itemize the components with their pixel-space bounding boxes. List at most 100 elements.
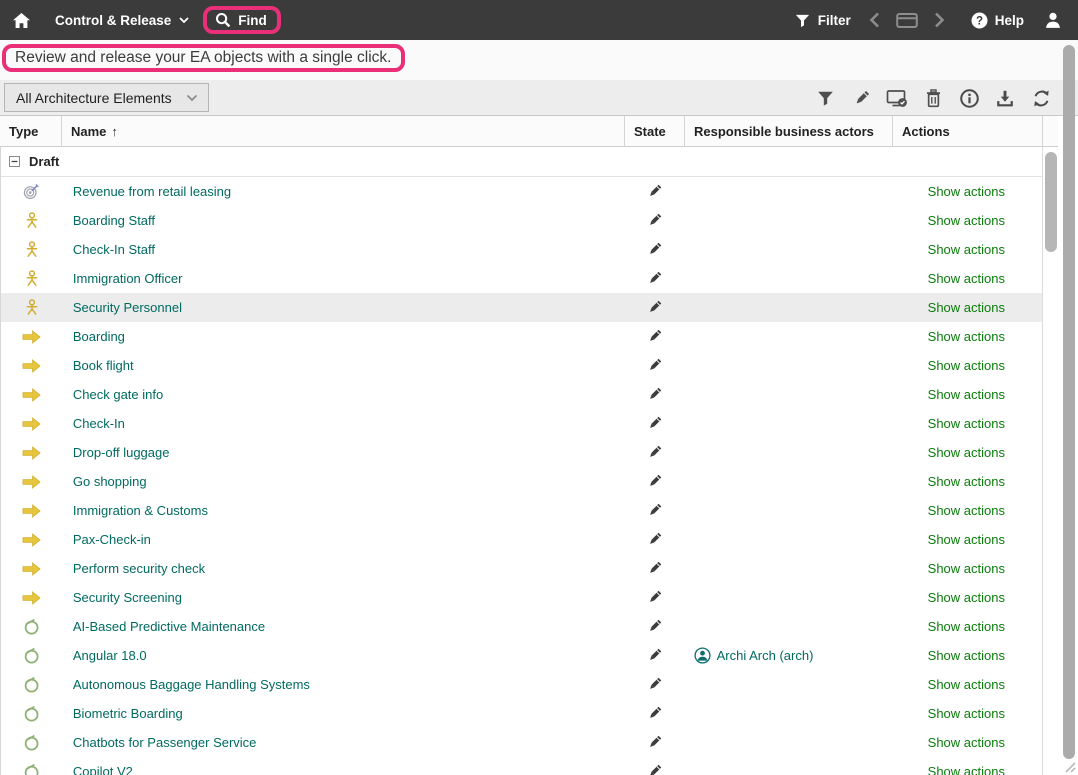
object-name-link[interactable]: Check-In [73, 416, 125, 431]
edit-state-icon[interactable] [646, 589, 663, 606]
refresh-button[interactable] [1030, 87, 1052, 109]
table-row[interactable]: Copilot V2 Show actions [1, 757, 1042, 775]
object-name-link[interactable]: Revenue from retail leasing [73, 184, 231, 199]
table-row[interactable]: Check gate info Show actions [1, 380, 1042, 409]
column-header-type[interactable]: Type [0, 116, 62, 146]
object-name-link[interactable]: Autonomous Baggage Handling Systems [73, 677, 310, 692]
global-filter-button[interactable]: Filter [794, 12, 851, 29]
find-button[interactable]: Find [215, 12, 267, 28]
show-actions-link[interactable]: Show actions [928, 445, 1005, 460]
show-actions-link[interactable]: Show actions [928, 416, 1005, 431]
table-row[interactable]: Angular 18.0Archi Arch (arch)Show action… [1, 641, 1042, 670]
edit-state-icon[interactable] [646, 241, 663, 258]
table-row[interactable]: Go shoppingShow actions [1, 467, 1042, 496]
table-row[interactable]: Drop-off luggage Show actions [1, 438, 1042, 467]
show-actions-link[interactable]: Show actions [928, 735, 1005, 750]
table-row[interactable]: AI-Based Predictive Maintenance Show acti… [1, 612, 1042, 641]
column-header-name[interactable]: Name ↑ [62, 116, 625, 146]
table-row[interactable]: Security Personnel Show actions [1, 293, 1042, 322]
info-button[interactable] [958, 87, 980, 109]
column-header-responsible[interactable]: Responsible business actors [685, 116, 893, 146]
collapse-group-icon[interactable] [9, 156, 20, 167]
scope-filter-dropdown[interactable]: All Architecture Elements [4, 83, 209, 112]
object-name-link[interactable]: Immigration & Customs [73, 503, 208, 518]
table-row[interactable]: Autonomous Baggage Handling Systems Show … [1, 670, 1042, 699]
object-name-link[interactable]: AI-Based Predictive Maintenance [73, 619, 265, 634]
show-actions-link[interactable]: Show actions [928, 706, 1005, 721]
release-check-button[interactable] [886, 87, 908, 109]
edit-state-icon[interactable] [646, 647, 663, 664]
object-name-link[interactable]: Drop-off luggage [73, 445, 170, 460]
object-name-link[interactable]: Chatbots for Passenger Service [73, 735, 257, 750]
filter-button[interactable] [814, 87, 836, 109]
table-row[interactable]: Chatbots for Passenger Service Show actio… [1, 728, 1042, 757]
object-name-link[interactable]: Security Personnel [73, 300, 182, 315]
show-actions-link[interactable]: Show actions [928, 300, 1005, 315]
object-name-link[interactable]: Boarding Staff [73, 213, 155, 228]
edit-state-icon[interactable] [646, 444, 663, 461]
show-actions-link[interactable]: Show actions [928, 184, 1005, 199]
table-row[interactable]: Check-In StaffShow actions [1, 235, 1042, 264]
resize-grip-icon[interactable] [1062, 760, 1076, 773]
open-windows-icon[interactable] [896, 12, 918, 29]
edit-state-icon[interactable] [646, 560, 663, 577]
edit-state-icon[interactable] [646, 328, 663, 345]
edit-state-icon[interactable] [646, 386, 663, 403]
object-name-link[interactable]: Go shopping [73, 474, 147, 489]
table-row[interactable]: Biometric BoardingShow actions [1, 699, 1042, 728]
edit-state-icon[interactable] [646, 531, 663, 548]
show-actions-link[interactable]: Show actions [928, 532, 1005, 547]
column-header-actions[interactable]: Actions [893, 116, 1043, 146]
edit-state-icon[interactable] [646, 734, 663, 751]
object-name-link[interactable]: Security Screening [73, 590, 182, 605]
home-button[interactable] [12, 12, 31, 29]
show-actions-link[interactable]: Show actions [928, 619, 1005, 634]
download-button[interactable] [994, 87, 1016, 109]
show-actions-link[interactable]: Show actions [928, 242, 1005, 257]
show-actions-link[interactable]: Show actions [928, 503, 1005, 518]
table-row[interactable]: Check-In Show actions [1, 409, 1042, 438]
delete-button[interactable] [922, 87, 944, 109]
table-row[interactable]: Immigration & Customs Show actions [1, 496, 1042, 525]
edit-state-icon[interactable] [646, 473, 663, 490]
edit-state-icon[interactable] [646, 618, 663, 635]
show-actions-link[interactable]: Show actions [928, 213, 1005, 228]
object-name-link[interactable]: Pax-Check-in [73, 532, 151, 547]
show-actions-link[interactable]: Show actions [928, 590, 1005, 605]
help-button[interactable]: ? Help [971, 12, 1024, 29]
edit-state-icon[interactable] [646, 502, 663, 519]
table-row[interactable]: Boarding Show actions [1, 322, 1042, 351]
object-name-link[interactable]: Copilot V2 [73, 764, 133, 775]
edit-state-icon[interactable] [646, 183, 663, 200]
object-name-link[interactable]: Immigration Officer [73, 271, 183, 286]
edit-state-icon[interactable] [646, 299, 663, 316]
nav-back-icon[interactable] [869, 12, 880, 28]
table-row[interactable]: Pax-Check-in Show actions [1, 525, 1042, 554]
edit-state-icon[interactable] [646, 270, 663, 287]
table-row[interactable]: Book flight Show actions [1, 351, 1042, 380]
show-actions-link[interactable]: Show actions [928, 764, 1005, 775]
edit-state-icon[interactable] [646, 212, 663, 229]
show-actions-link[interactable]: Show actions [928, 387, 1005, 402]
table-row[interactable]: Security Screening Show actions [1, 583, 1042, 612]
show-actions-link[interactable]: Show actions [928, 329, 1005, 344]
nav-forward-icon[interactable] [934, 12, 945, 28]
edit-button[interactable] [850, 87, 872, 109]
table-row[interactable]: Perform security checkShow actions [1, 554, 1042, 583]
column-header-state[interactable]: State [625, 116, 685, 146]
page-scrollbar-thumb[interactable] [1063, 45, 1075, 759]
object-name-link[interactable]: Check gate info [73, 387, 163, 402]
object-name-link[interactable]: Book flight [73, 358, 134, 373]
show-actions-link[interactable]: Show actions [928, 358, 1005, 373]
table-scrollbar-thumb[interactable] [1045, 152, 1057, 252]
object-name-link[interactable]: Angular 18.0 [73, 648, 147, 663]
table-row[interactable]: Immigration OfficerShow actions [1, 264, 1042, 293]
object-name-link[interactable]: Boarding [73, 329, 125, 344]
responsible-actor-link[interactable]: Archi Arch (arch) [717, 648, 814, 663]
edit-state-icon[interactable] [646, 763, 663, 775]
edit-state-icon[interactable] [646, 676, 663, 693]
module-menu-button[interactable]: Control & Release [55, 13, 189, 28]
show-actions-link[interactable]: Show actions [928, 677, 1005, 692]
group-row-draft[interactable]: Draft [1, 147, 1042, 177]
show-actions-link[interactable]: Show actions [928, 561, 1005, 576]
